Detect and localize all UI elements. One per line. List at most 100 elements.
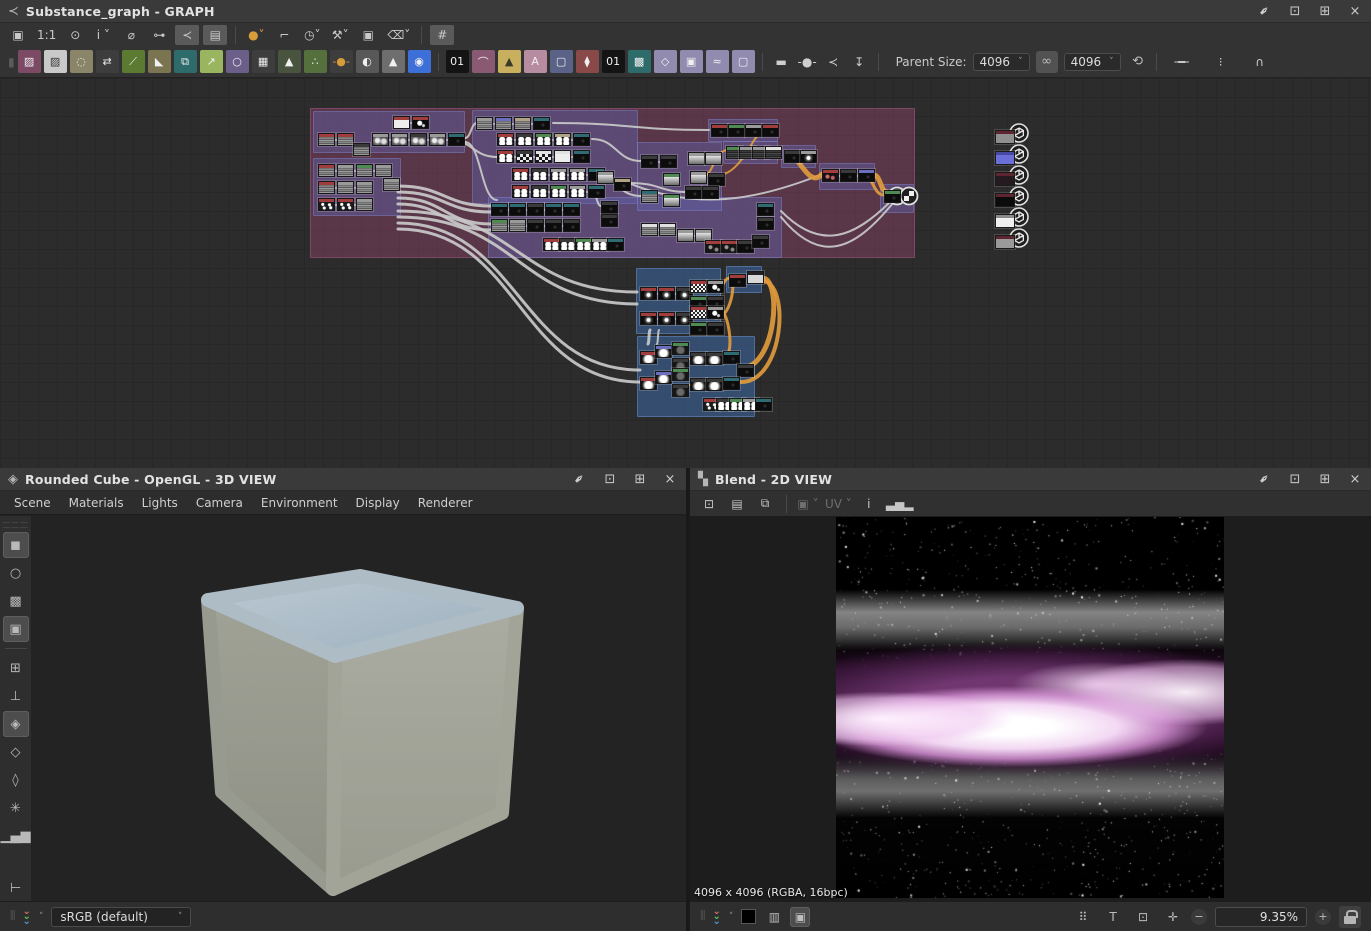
fit-view-button[interactable]: ▣ [6, 25, 30, 45]
graph-node[interactable] [706, 352, 723, 365]
graph-node[interactable] [640, 312, 657, 325]
tools-wrench-button[interactable]: ⚒˅ [328, 25, 352, 45]
graph-node[interactable] [597, 171, 614, 184]
node-sharpen-button[interactable]: ◣ [148, 50, 171, 73]
parent-width-select[interactable]: 4096˅ [973, 53, 1030, 71]
graph-node[interactable] [762, 124, 779, 137]
graph-node[interactable] [765, 146, 782, 159]
graph-node[interactable] [575, 238, 592, 251]
graph-node[interactable] [569, 185, 586, 198]
node-blur-button[interactable]: ◌ [70, 50, 93, 73]
graph-node[interactable] [448, 133, 465, 146]
graph-node[interactable] [429, 133, 446, 146]
graph-node[interactable] [545, 203, 562, 216]
close-button[interactable]: × [662, 472, 678, 487]
output-node-thumb[interactable] [995, 151, 1015, 165]
graph-node[interactable] [393, 116, 410, 129]
graph-node[interactable] [672, 342, 689, 355]
graph-node[interactable] [706, 378, 723, 391]
colorspace-layers-icon[interactable]: ⌄⌄⌄ [22, 909, 30, 924]
node-flood-fill-button[interactable]: ⧫ [576, 50, 599, 73]
graph-node[interactable] [383, 178, 400, 191]
graph-node[interactable] [563, 203, 580, 216]
output-node-thumb[interactable] [995, 214, 1015, 228]
node-svg-button[interactable]: ▨ [44, 50, 67, 73]
graph-node[interactable] [337, 198, 354, 211]
node-shape-circle-button[interactable]: ○ [226, 50, 249, 73]
graph-node[interactable] [533, 117, 550, 130]
graph-node[interactable] [747, 271, 764, 284]
menu-lights[interactable]: Lights [138, 496, 192, 510]
node-pin-marker-button[interactable]: ↧ [848, 50, 871, 73]
menu-renderer[interactable]: Renderer [414, 496, 487, 510]
graph-node[interactable] [641, 190, 658, 203]
graph-node[interactable] [545, 219, 562, 232]
graph-node[interactable] [573, 150, 590, 163]
graph-node[interactable] [318, 198, 335, 211]
elbow-connector-button[interactable]: ⌐ [272, 25, 296, 45]
graph-node[interactable] [723, 377, 740, 390]
maximize-button[interactable]: ⊞ [1317, 4, 1333, 19]
graph-node[interactable] [640, 287, 657, 300]
graph-node[interactable] [721, 240, 738, 253]
graph-node[interactable] [569, 168, 586, 181]
graph-node[interactable] [658, 287, 675, 300]
graph-node[interactable] [601, 201, 618, 214]
graph-node[interactable] [757, 217, 774, 230]
graph-node[interactable] [658, 312, 675, 325]
node-spline-button[interactable]: ⌒ [472, 50, 495, 73]
display-filter-button[interactable]: ▣ [790, 907, 810, 927]
graph-node[interactable] [550, 185, 567, 198]
output-node-thumb[interactable] [995, 130, 1015, 144]
graph-node[interactable] [550, 168, 567, 181]
menu-scene[interactable]: Scene [10, 496, 65, 510]
node-height-blend-button[interactable]: ▲ [278, 50, 301, 73]
close-button[interactable]: × [1347, 4, 1363, 19]
node-dot-node-button[interactable]: -●- [330, 50, 353, 73]
graph-node[interactable] [800, 150, 817, 163]
graph-node[interactable] [554, 150, 571, 163]
graph-node[interactable] [527, 219, 544, 232]
screenshot-camera-button[interactable]: ⊙ [63, 25, 87, 45]
graph-node[interactable] [663, 173, 680, 186]
camera-view-button[interactable]: ◼ [3, 532, 29, 558]
background-color-swatch[interactable] [741, 909, 756, 924]
graph-node[interactable] [516, 133, 533, 146]
graph-node[interactable] [497, 150, 514, 163]
graph-node[interactable] [755, 398, 772, 411]
align-vertical-button[interactable]: ⁝ [1209, 52, 1233, 72]
graph-node[interactable] [614, 178, 631, 191]
graph-node[interactable] [516, 150, 533, 163]
node-frame-gradient-button[interactable]: ▣ [680, 50, 703, 73]
graph-node[interactable] [573, 133, 590, 146]
graph-node[interactable] [707, 306, 724, 319]
graph-node[interactable] [391, 133, 408, 146]
graph-node[interactable] [476, 117, 493, 130]
graph-node[interactable] [702, 186, 719, 199]
graph-node[interactable] [337, 181, 354, 194]
graph-node[interactable] [531, 185, 548, 198]
node-text-button[interactable]: A [524, 50, 547, 73]
graph-node[interactable] [655, 371, 672, 384]
graph-node[interactable] [711, 124, 728, 137]
graph-node[interactable] [690, 322, 707, 335]
filter-layers-button[interactable]: ▤ [203, 25, 227, 45]
image-mode-button[interactable]: ▣ ˅ [797, 494, 819, 514]
fit-view-button[interactable]: ⊡ [1133, 907, 1153, 927]
graph-node[interactable] [543, 238, 560, 251]
stats-button[interactable]: ▁▄▆ [3, 823, 29, 849]
graph-node[interactable] [509, 203, 526, 216]
graph-node[interactable] [356, 164, 373, 177]
graph-node[interactable] [607, 238, 624, 251]
graph-node[interactable] [535, 150, 552, 163]
graph-node[interactable] [588, 185, 605, 198]
graph-node[interactable] [745, 124, 762, 137]
restore-button[interactable]: ⊡ [1287, 4, 1303, 19]
graph-node[interactable] [353, 143, 370, 156]
node-selection-box-button[interactable]: ▢ [550, 50, 573, 73]
node-warp-button[interactable]: ⇄ [96, 50, 119, 73]
node-dither-01-button[interactable]: 01 [446, 50, 469, 73]
graph-node[interactable] [708, 173, 725, 186]
scene-tree-button[interactable]: ⊢ [3, 875, 29, 901]
output-node-thumb[interactable] [995, 235, 1015, 249]
